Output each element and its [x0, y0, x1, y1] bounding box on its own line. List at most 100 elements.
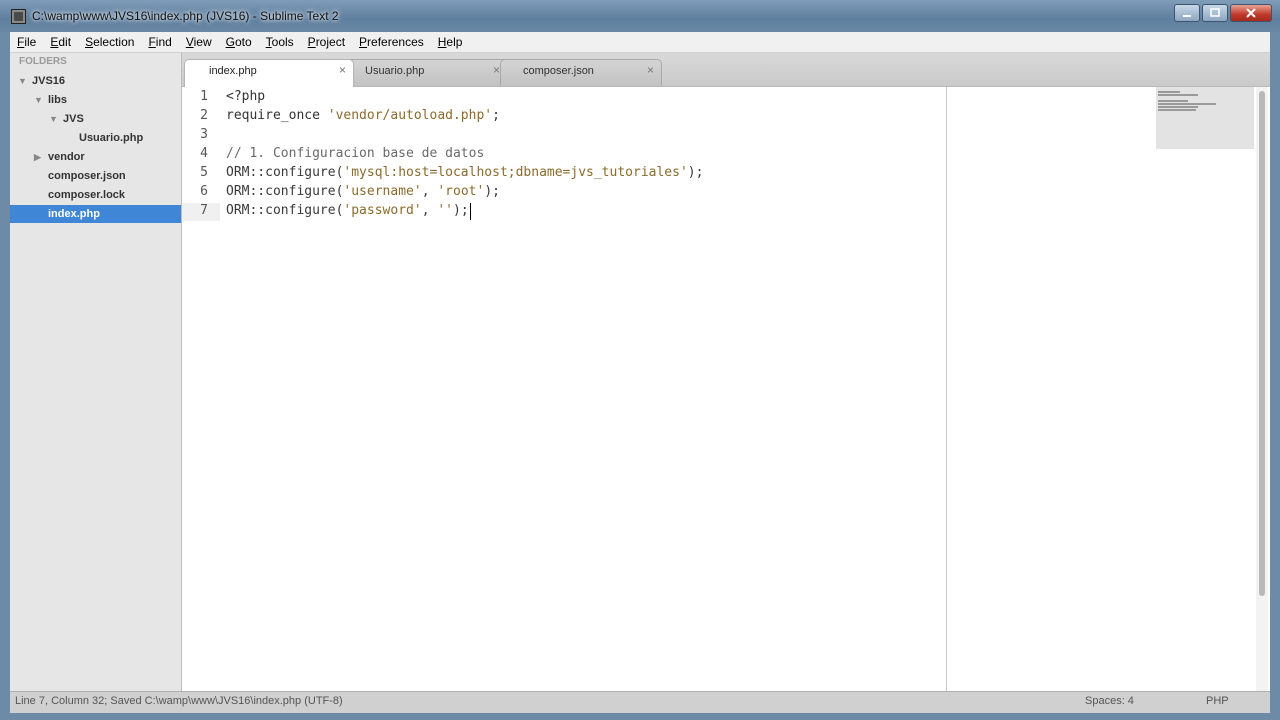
menu-mnemonic: S: [85, 35, 94, 49]
minimap-line: [1158, 103, 1216, 105]
tab-strip: Usuario.php × composer.json × index.php ×: [182, 53, 1270, 87]
disclosure-open-icon[interactable]: ▼: [49, 110, 58, 128]
minimap-line: [1158, 94, 1198, 96]
code-token: // 1. Configuracion base de datos: [226, 146, 485, 161]
main-area: FOLDERS ▼ JVS16 ▼ libs ▼ JVS Usuario.php ▶ vendo…: [10, 53, 1270, 691]
close-window-button[interactable]: [1230, 4, 1272, 22]
menu-tools[interactable]: Tools: [259, 35, 301, 49]
window-title: C:\wamp\www\JVS16\index.php (JVS16) - Su…: [32, 9, 339, 23]
tab-close-icon[interactable]: ×: [339, 63, 346, 77]
folders-header: FOLDERS: [19, 56, 67, 67]
menu-mnemonic: P: [307, 35, 316, 49]
text-caret: [470, 203, 471, 220]
minimize-button[interactable]: [1174, 4, 1200, 22]
maximize-button[interactable]: [1202, 4, 1228, 22]
code-line[interactable]: <?php: [226, 89, 265, 104]
code-token: );: [687, 165, 704, 180]
tree-folder-jvs[interactable]: ▼ JVS: [10, 110, 181, 128]
disclosure-open-icon[interactable]: ▼: [18, 72, 27, 90]
code-line[interactable]: ORM::configure('password', '');: [226, 203, 469, 218]
tab-label: composer.json: [523, 65, 594, 77]
tab-composer-json[interactable]: composer.json ×: [500, 59, 662, 86]
scrollbar-thumb[interactable]: [1259, 91, 1265, 596]
tree-label: libs: [48, 94, 67, 106]
code-token: ORM::configure(: [226, 165, 344, 180]
tree-file-usuario-php[interactable]: Usuario.php: [10, 129, 181, 147]
code-line[interactable]: ORM::configure('username', 'root');: [226, 184, 500, 199]
minimap[interactable]: [1156, 87, 1254, 149]
line-number: 1: [200, 89, 208, 104]
menu-label: references: [367, 35, 424, 49]
menu-label: elp: [446, 35, 463, 49]
tree-folder-jvs16[interactable]: ▼ JVS16: [10, 72, 181, 90]
menu-project[interactable]: Project: [301, 35, 352, 49]
line-number: 5: [200, 165, 208, 180]
tree-label: index.php: [48, 208, 100, 220]
code-editor[interactable]: 1 2 3 4 5 6 7 <?php require_once 'vendor/autoloa…: [182, 87, 946, 691]
line-number: 7: [200, 203, 208, 218]
disclosure-open-icon[interactable]: ▼: [34, 91, 43, 109]
menu-help[interactable]: Help: [431, 35, 470, 49]
app-icon[interactable]: [11, 9, 26, 24]
code-token: require_once: [226, 108, 328, 123]
code-line[interactable]: ORM::configure('mysql:host=localhost;dbn…: [226, 165, 703, 180]
tab-close-icon[interactable]: ×: [647, 63, 654, 77]
menu-find[interactable]: Find: [141, 35, 178, 49]
minimap-line: [1158, 100, 1188, 102]
syntax-status[interactable]: PHP: [1206, 695, 1229, 707]
tree-label: JVS: [63, 113, 84, 125]
menu-mnemonic: G: [225, 35, 235, 49]
maximize-icon: [1210, 8, 1220, 17]
code-token: ,: [421, 203, 438, 218]
disclosure-closed-icon[interactable]: ▶: [34, 148, 41, 166]
menu-label: ools: [271, 35, 294, 49]
tree-file-index-php[interactable]: index.php: [10, 205, 181, 223]
line-number: 6: [200, 184, 208, 199]
line-number: 2: [200, 108, 208, 123]
minimap-line: [1158, 91, 1180, 93]
menu-mnemonic: V: [185, 35, 194, 49]
tree-folder-libs[interactable]: ▼ libs: [10, 91, 181, 109]
code-token: 'mysql:host=localhost;dbname=jvs_tutoria…: [343, 165, 688, 180]
tree-label: Usuario.php: [79, 132, 144, 144]
menu-label: election: [93, 35, 135, 49]
menu-label: ind: [155, 35, 172, 49]
menu-preferences[interactable]: Preferences: [352, 35, 431, 49]
code-token: <?php: [226, 89, 266, 104]
menu-goto[interactable]: Goto: [219, 35, 259, 49]
code-token: );: [484, 184, 500, 199]
menu-edit[interactable]: Edit: [43, 35, 78, 49]
menu-mnemonic: F: [148, 35, 156, 49]
minimap-line: [1158, 106, 1198, 108]
tree-file-composer-lock[interactable]: composer.lock: [10, 186, 181, 204]
menu-file[interactable]: File: [10, 35, 43, 49]
code-token: ORM::configure(: [226, 203, 344, 218]
code-line[interactable]: // 1. Configuracion base de datos: [226, 146, 484, 161]
code-token: '': [437, 203, 453, 218]
tree-label: composer.lock: [48, 189, 126, 201]
menu-label: ile: [24, 35, 37, 49]
menu-selection[interactable]: Selection: [78, 35, 141, 49]
close-icon: [1246, 8, 1256, 18]
tab-label: Usuario.php: [365, 65, 425, 77]
code-token: 'vendor/autoload.php': [327, 108, 493, 123]
tree-label: composer.json: [48, 170, 126, 182]
tab-label: index.php: [209, 65, 257, 77]
tree-folder-vendor[interactable]: ▶ vendor: [10, 148, 181, 166]
tree-label: JVS16: [32, 75, 66, 87]
code-token: 'password': [343, 203, 422, 218]
status-message: Line 7, Column 32; Saved C:\wamp\www\JVS…: [15, 695, 343, 707]
code-token: 'username': [343, 184, 422, 199]
tab-index-php[interactable]: index.php ×: [184, 59, 354, 87]
indentation-status[interactable]: Spaces: 4: [1085, 695, 1134, 707]
sidebar: FOLDERS ▼ JVS16 ▼ libs ▼ JVS Usuario.php ▶ vendo…: [10, 53, 182, 691]
line-number: 4: [200, 146, 208, 161]
code-line[interactable]: require_once 'vendor/autoload.php';: [226, 108, 500, 123]
vertical-scrollbar[interactable]: [1256, 87, 1268, 691]
tree-file-composer-json[interactable]: composer.json: [10, 167, 181, 185]
tab-usuario-php[interactable]: Usuario.php ×: [342, 59, 508, 86]
menu-view[interactable]: View: [179, 35, 219, 49]
code-token: 'root': [437, 184, 485, 199]
tab-close-icon[interactable]: ×: [493, 63, 500, 77]
menu-label: iew: [193, 35, 212, 49]
